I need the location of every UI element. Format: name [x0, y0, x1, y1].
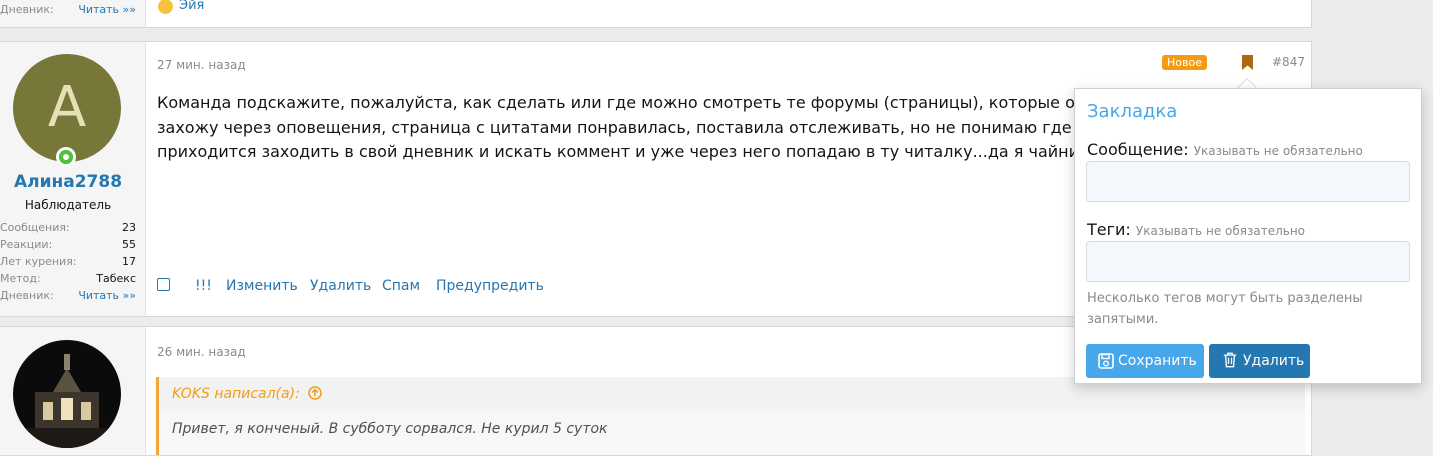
stat-value: 17	[122, 255, 136, 268]
tags-label: Теги: Указывать не обязательно	[1087, 220, 1305, 239]
new-badge: Новое	[1162, 55, 1207, 70]
save-button[interactable]: Сохранить	[1086, 344, 1204, 378]
stat-label: Дневник:	[0, 289, 54, 302]
bookmark-message-input[interactable]	[1086, 161, 1410, 202]
message-line: Команда подскажите, пожалуйста, как сдел…	[157, 93, 1128, 112]
stat-diary: Дневник: Читать »»	[0, 289, 136, 302]
stat-label: Дневник:	[0, 3, 54, 16]
edit-link[interactable]: Изменить	[226, 278, 298, 294]
stat-value: 55	[122, 238, 136, 251]
diary-read-link[interactable]: Читать »»	[78, 289, 136, 302]
user-title: Наблюдатель	[24, 198, 112, 212]
message-hint: Указывать не обязательно	[1193, 144, 1363, 158]
stat-label: Лет курения:	[0, 255, 77, 268]
username-link[interactable]: Алина2788	[0, 172, 136, 192]
tags-hint: Указывать не обязательно	[1135, 224, 1306, 238]
bookmark-tags-input[interactable]	[1086, 241, 1410, 282]
next-post-userbit	[0, 327, 146, 455]
delete-link[interactable]: Удалить	[310, 278, 371, 294]
stat-label: Реакции:	[0, 238, 53, 251]
stat-label: Метод:	[0, 272, 41, 285]
post-time-link[interactable]: 27 мин. назад	[157, 58, 246, 72]
quote-text: Привет, я конченый. В субботу сорвался. …	[172, 421, 608, 437]
post-userbit: A Алина2788 Наблюдатель Сообщения: 23 Ре…	[0, 42, 146, 316]
quote-author-link[interactable]: KOKS написал(а):	[172, 386, 300, 402]
previous-post-userbit: Дневник: Читать »»	[0, 0, 146, 27]
report-link[interactable]: !!!	[195, 278, 212, 294]
delete-button-label: Удалить	[1243, 353, 1305, 369]
popup-title: Закладка	[1087, 101, 1178, 122]
bookmark-popup: Закладка Сообщение: Указывать не обязате…	[1074, 88, 1422, 384]
quote-block: KOKS написал(а): Привет, я конченый. В с…	[156, 377, 1305, 455]
bookmark-icon[interactable]	[1242, 55, 1253, 70]
online-status-icon	[56, 147, 76, 167]
stat-value: 23	[122, 221, 136, 234]
warn-link[interactable]: Предупредить	[436, 278, 544, 294]
select-post-checkbox[interactable]	[157, 278, 170, 291]
diary-read-link[interactable]: Читать »»	[78, 3, 136, 16]
stat-label: Сообщения:	[0, 221, 70, 234]
tags-note: Несколько тегов могут быть разделены зап…	[1087, 291, 1363, 327]
post-time-link[interactable]: 26 мин. назад	[157, 345, 246, 359]
save-button-label: Сохранить	[1118, 353, 1197, 369]
stat-diary: Дневник: Читать »»	[0, 3, 136, 16]
save-icon	[1098, 353, 1114, 369]
stat-value: Табекс	[96, 272, 136, 285]
trash-icon	[1223, 352, 1237, 368]
avatar[interactable]	[13, 340, 121, 448]
message-label-text: Сообщение:	[1087, 140, 1189, 159]
stat-messages: Сообщения: 23	[0, 221, 136, 234]
delete-bookmark-button[interactable]: Удалить	[1209, 344, 1310, 378]
reaction-smiley-icon	[158, 0, 173, 14]
stat-smoking-years: Лет курения: 17	[0, 255, 136, 268]
previous-post: Дневник: Читать »» Эйя	[0, 0, 1312, 28]
jump-to-quote-icon[interactable]	[308, 386, 322, 400]
message-label: Сообщение: Указывать не обязательно	[1087, 140, 1363, 159]
message-line: приходится заходить в свой дневник и иск…	[157, 142, 1114, 161]
stat-reactions: Реакции: 55	[0, 238, 136, 251]
post-number-link[interactable]: #847	[1272, 55, 1305, 69]
avatar[interactable]: A	[13, 54, 121, 162]
reaction-user-link[interactable]: Эйя	[179, 0, 204, 13]
spam-link[interactable]: Спам	[382, 278, 420, 294]
message-line: захожу через оповещения, страница с цита…	[157, 117, 1112, 137]
stat-method: Метод: Табекс	[0, 272, 136, 285]
tags-label-text: Теги:	[1087, 220, 1131, 239]
